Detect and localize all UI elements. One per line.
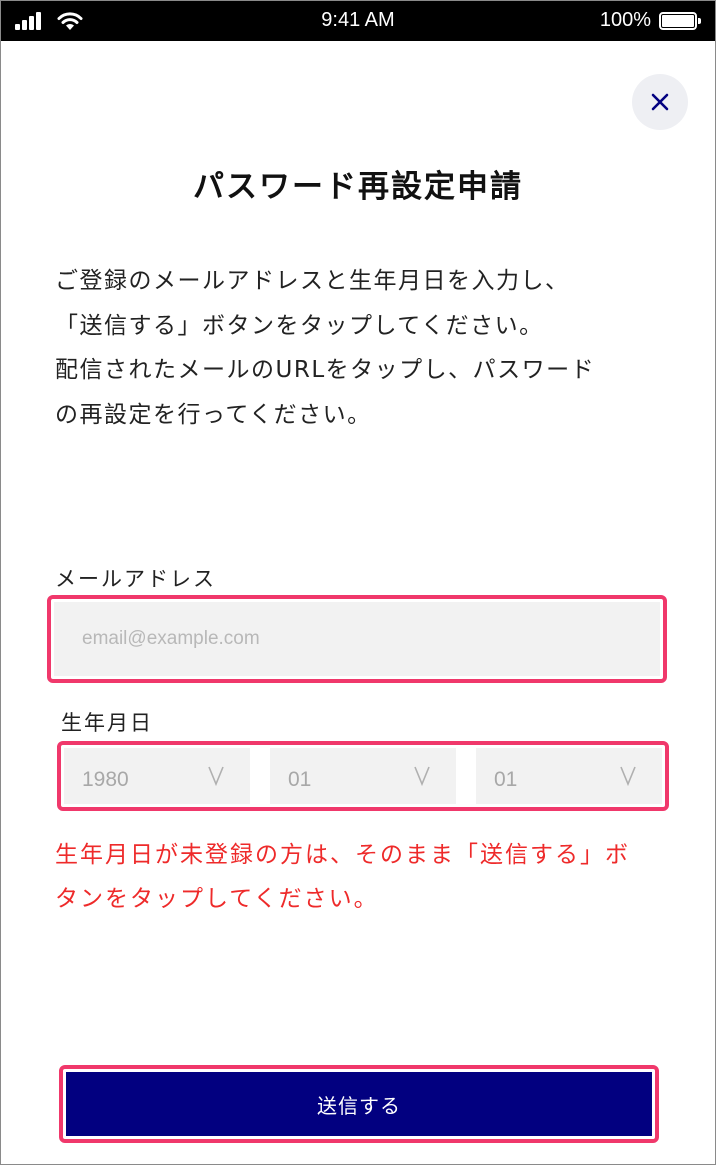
page-title: パスワード再設定申請 [193,169,523,205]
email-field-box [54,602,660,676]
note-line: 生年月日が未登録の方は、そのまま「送信する」ボ [55,842,630,868]
birth-year-value: 1980 [82,768,129,791]
submit-button-wrapper: 送信する [59,1065,659,1143]
close-icon [651,93,669,111]
birth-month-value: 01 [288,768,312,791]
description: ご登録のメールアドレスと生年月日を入力し、 「送信する」ボタンをタップしてくださ… [55,259,675,437]
email-field-wrapper [47,595,667,683]
battery-icon [659,12,703,30]
chevron-down-icon [620,766,636,787]
screen: 9:41 AM 100% パスワード再設定申請 ご登録のメールアドレスと生年月日… [0,0,716,1165]
description-line: 配信されたメールのURLをタップし、パスワード [55,357,596,383]
close-button[interactable] [632,74,688,130]
birth-day-value: 01 [494,768,518,791]
chevron-down-icon [414,766,430,787]
email-field[interactable] [80,627,660,651]
birth-month-select[interactable]: 01 [270,748,456,804]
note-line: タンをタップしてください。 [55,886,379,912]
description-line: の再設定を行ってください。 [55,401,372,428]
birth-year-select[interactable]: 1980 [64,748,250,804]
chevron-down-icon [208,766,224,787]
description-line: ご登録のメールアドレスと生年月日を入力し、 [55,268,570,294]
birthdate-note: 生年月日が未登録の方は、そのまま「送信する」ボ タンをタップしてください。 [55,833,675,921]
description-line: 「送信する」ボタンをタップしてください。 [55,312,544,339]
submit-button[interactable]: 送信する [66,1072,652,1136]
status-bar: 9:41 AM 100% [1,1,715,41]
battery-percent: 100% [599,9,651,31]
birth-day-select[interactable]: 01 [476,748,662,804]
birthdate-selects: 1980 01 01 [57,741,669,811]
email-label: メールアドレス [55,567,216,591]
birthdate-label: 生年月日 [61,711,153,735]
